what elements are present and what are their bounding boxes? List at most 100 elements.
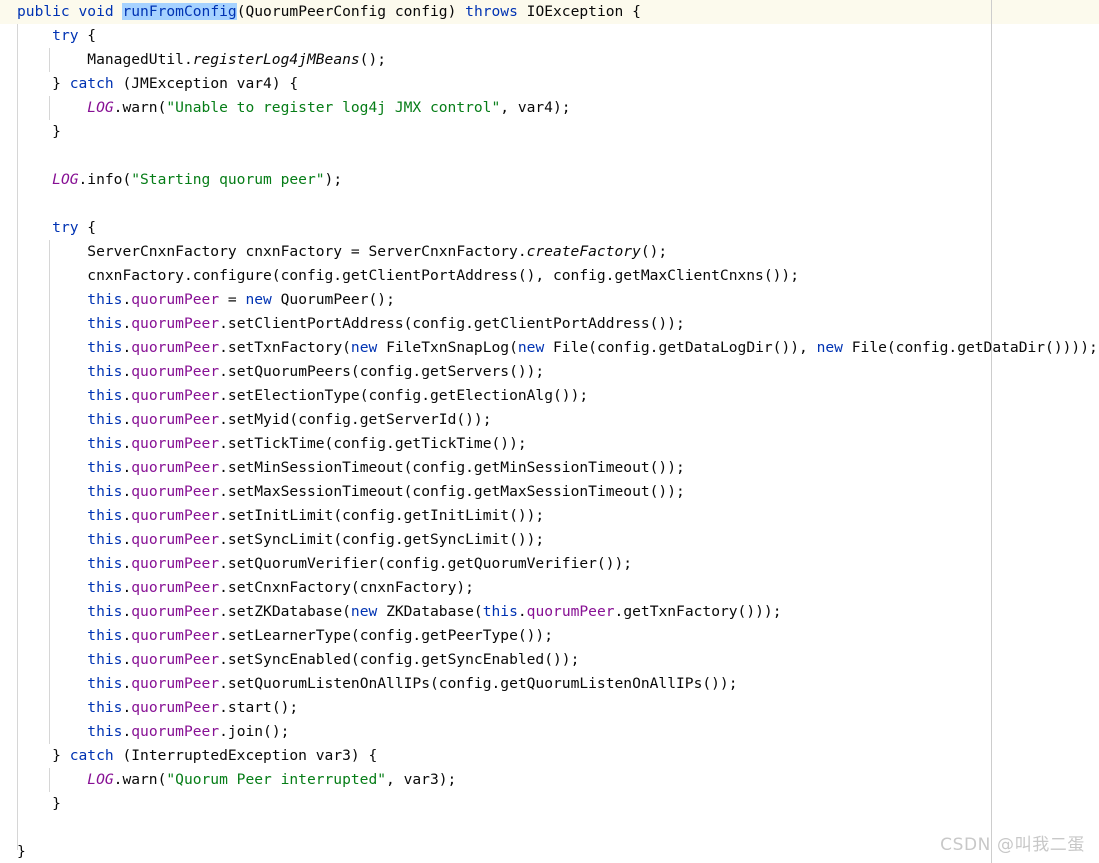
- token-kw: new: [517, 339, 545, 356]
- code-line[interactable]: try {: [0, 216, 1098, 240]
- code-line[interactable]: cnxnFactory.configure(config.getClientPo…: [0, 264, 1098, 288]
- token-kw: this: [87, 723, 123, 740]
- token-plain: .setInitLimit(config.getInitLimit());: [219, 507, 545, 524]
- token-field: quorumPeer: [131, 699, 220, 716]
- token-field: quorumPeer: [131, 459, 220, 476]
- code-line[interactable]: } catch (JMException var4) {: [0, 72, 1098, 96]
- token-plain: cnxnFactory.configure(config.getClientPo…: [87, 267, 799, 284]
- code-line[interactable]: this.quorumPeer.setMaxSessionTimeout(con…: [0, 480, 1098, 504]
- token-field: quorumPeer: [526, 603, 615, 620]
- token-plain: .setSyncLimit(config.getSyncLimit());: [219, 531, 545, 548]
- code-line[interactable]: [0, 192, 1098, 216]
- code-line[interactable]: this.quorumPeer.setMyid(config.getServer…: [0, 408, 1098, 432]
- token-plain: ManagedUtil.: [87, 51, 193, 68]
- code-line[interactable]: this.quorumPeer.setInitLimit(config.getI…: [0, 504, 1098, 528]
- code-line[interactable]: ManagedUtil.registerLog4jMBeans();: [0, 48, 1098, 72]
- token-plain: .: [122, 315, 132, 332]
- token-plain: .setQuorumVerifier(config.getQuorumVerif…: [219, 555, 633, 572]
- token-kw: try: [52, 27, 79, 44]
- token-kw: this: [87, 483, 123, 500]
- token-plain: .: [122, 675, 132, 692]
- code-line[interactable]: LOG.warn("Unable to register log4j JMX c…: [0, 96, 1098, 120]
- token-plain: .: [122, 483, 132, 500]
- token-plain: ();: [640, 243, 668, 260]
- code-line[interactable]: } catch (InterruptedException var3) {: [0, 744, 1098, 768]
- code-line[interactable]: this.quorumPeer.join();: [0, 720, 1098, 744]
- token-sel[interactable]: runFromConfig: [122, 3, 237, 20]
- token-statfld: LOG: [52, 171, 79, 188]
- token-field: quorumPeer: [131, 579, 220, 596]
- token-kw: this: [87, 627, 123, 644]
- token-statmth: createFactory: [526, 243, 641, 260]
- code-line[interactable]: this.quorumPeer.setCnxnFactory(cnxnFacto…: [0, 576, 1098, 600]
- token-field: quorumPeer: [131, 555, 220, 572]
- token-str: "Starting quorum peer": [131, 171, 325, 188]
- code-content[interactable]: public void runFromConfig(QuorumPeerConf…: [0, 0, 1098, 863]
- code-line[interactable]: this.quorumPeer.setQuorumPeers(config.ge…: [0, 360, 1098, 384]
- token-field: quorumPeer: [131, 339, 220, 356]
- token-plain: .setTxnFactory(: [219, 339, 351, 356]
- code-line[interactable]: LOG.warn("Quorum Peer interrupted", var3…: [0, 768, 1098, 792]
- code-line[interactable]: this.quorumPeer.setQuorumListenOnAllIPs(…: [0, 672, 1098, 696]
- token-field: quorumPeer: [131, 291, 220, 308]
- token-plain: .: [122, 291, 132, 308]
- code-line[interactable]: this.quorumPeer = new QuorumPeer();: [0, 288, 1098, 312]
- token-plain: .: [122, 531, 132, 548]
- code-line[interactable]: this.quorumPeer.start();: [0, 696, 1098, 720]
- token-plain: File(config.getDataDir())));: [842, 339, 1098, 356]
- token-field: quorumPeer: [131, 363, 220, 380]
- token-plain: }: [52, 75, 70, 92]
- code-line[interactable]: this.quorumPeer.setElectionType(config.g…: [0, 384, 1098, 408]
- token-kw: this: [87, 291, 123, 308]
- code-line[interactable]: this.quorumPeer.setSyncLimit(config.getS…: [0, 528, 1098, 552]
- code-line[interactable]: this.quorumPeer.setZKDatabase(new ZKData…: [0, 600, 1098, 624]
- token-plain: .setSyncEnabled(config.getSyncEnabled())…: [219, 651, 580, 668]
- code-line[interactable]: try {: [0, 24, 1098, 48]
- code-line[interactable]: ServerCnxnFactory cnxnFactory = ServerCn…: [0, 240, 1098, 264]
- token-plain: FileTxnSnapLog(: [377, 339, 518, 356]
- token-plain: .: [122, 723, 132, 740]
- token-kw: public: [17, 3, 70, 20]
- code-line[interactable]: this.quorumPeer.setClientPortAddress(con…: [0, 312, 1098, 336]
- token-field: quorumPeer: [131, 675, 220, 692]
- token-field: quorumPeer: [131, 483, 220, 500]
- token-field: quorumPeer: [131, 435, 220, 452]
- code-line[interactable]: public void runFromConfig(QuorumPeerConf…: [0, 0, 1098, 24]
- code-line[interactable]: this.quorumPeer.setTickTime(config.getTi…: [0, 432, 1098, 456]
- token-kw: new: [816, 339, 843, 356]
- token-plain: .: [517, 603, 527, 620]
- token-plain: .getTxnFactory()));: [614, 603, 782, 620]
- code-line[interactable]: this.quorumPeer.setQuorumVerifier(config…: [0, 552, 1098, 576]
- code-line[interactable]: this.quorumPeer.setTxnFactory(new FileTx…: [0, 336, 1098, 360]
- code-line[interactable]: }: [0, 120, 1098, 144]
- code-line[interactable]: this.quorumPeer.setMinSessionTimeout(con…: [0, 456, 1098, 480]
- code-line[interactable]: }: [0, 840, 1098, 863]
- code-line[interactable]: [0, 144, 1098, 168]
- token-plain: .: [122, 339, 132, 356]
- token-plain: {: [78, 27, 97, 44]
- code-line[interactable]: LOG.info("Starting quorum peer");: [0, 168, 1098, 192]
- token-plain: .: [122, 387, 132, 404]
- token-plain: IOException {: [517, 3, 641, 20]
- token-kw: new: [350, 339, 378, 356]
- code-line[interactable]: this.quorumPeer.setLearnerType(config.ge…: [0, 624, 1098, 648]
- code-line[interactable]: [0, 816, 1098, 840]
- token-kw: this: [87, 435, 123, 452]
- token-plain: .: [122, 603, 132, 620]
- code-line[interactable]: this.quorumPeer.setSyncEnabled(config.ge…: [0, 648, 1098, 672]
- code-editor[interactable]: public void runFromConfig(QuorumPeerConf…: [0, 0, 1099, 863]
- code-line[interactable]: }: [0, 792, 1098, 816]
